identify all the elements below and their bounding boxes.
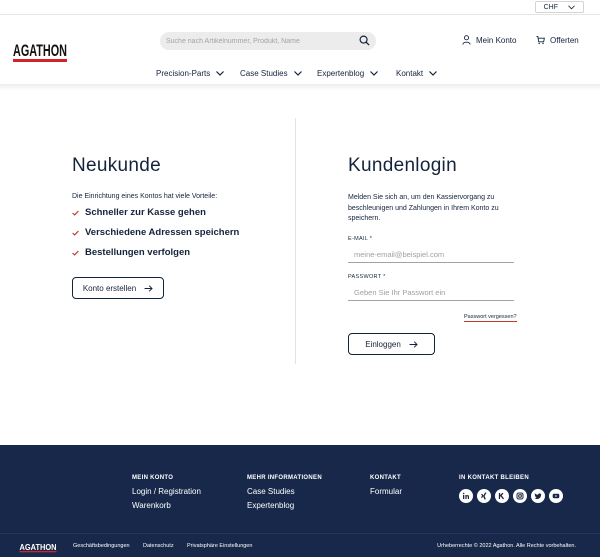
nav-item-label: Expertenblog bbox=[317, 68, 365, 78]
currency-label: CHF bbox=[543, 3, 558, 11]
nav-item-precision-parts[interactable]: Precision-Parts bbox=[156, 67, 225, 79]
benefit-item: Verschiedene Adressen speichern bbox=[72, 227, 282, 238]
benefit-label: Bestellungen verfolgen bbox=[85, 247, 191, 258]
copyright-text: Urheberrechte © 2022 Agathon. Alle Recht… bbox=[437, 543, 576, 549]
currency-selector[interactable]: CHF bbox=[534, 1, 584, 13]
nav-item-case-studies[interactable]: Case Studies bbox=[240, 67, 302, 79]
login-description: Melden Sie sich an, um den Kassiervorgan… bbox=[348, 194, 499, 222]
check-icon bbox=[72, 230, 79, 236]
arrow-right-icon bbox=[144, 284, 153, 292]
site-footer: MEIN KONTO Login / Registration Warenkor… bbox=[0, 445, 600, 533]
arrow-right-icon bbox=[409, 340, 418, 348]
user-icon bbox=[462, 35, 471, 45]
instagram-icon[interactable] bbox=[513, 489, 527, 503]
twitter-icon[interactable] bbox=[531, 489, 545, 503]
login-title: Kundenlogin bbox=[348, 155, 457, 176]
footer-heading: IN KONTAKT BLEIBEN bbox=[459, 475, 529, 481]
footer-info-column: MEHR INFORMATIONEN Case Studies Experten… bbox=[247, 475, 322, 510]
search-input[interactable] bbox=[166, 34, 352, 48]
linkedin-icon[interactable] bbox=[459, 489, 473, 503]
email-label: E-MAIL * bbox=[348, 236, 373, 242]
register-intro: Die Einrichtung eines Kontos hat viele V… bbox=[72, 193, 218, 200]
footer-link-cart[interactable]: Warenkorb bbox=[132, 501, 201, 510]
nav-item-expertenblog[interactable]: Expertenblog bbox=[317, 67, 379, 79]
login-section: Kundenlogin Melden Sie sich an, um den K… bbox=[348, 155, 518, 225]
account-label: Mein Konto bbox=[476, 35, 517, 45]
benefit-item: Schneller zur Kasse gehen bbox=[72, 207, 282, 218]
create-account-label: Konto erstellen bbox=[82, 283, 137, 293]
search-bar bbox=[160, 32, 376, 50]
benefit-label: Verschiedene Adressen speichern bbox=[85, 227, 240, 238]
email-field[interactable] bbox=[348, 246, 514, 263]
offers-label: Offerten bbox=[550, 35, 579, 45]
footer-link-form[interactable]: Formular bbox=[370, 487, 402, 496]
footer-link-case-studies[interactable]: Case Studies bbox=[247, 487, 322, 496]
svg-text:AGATHON: AGATHON bbox=[20, 543, 57, 552]
footer-heading: MEIN KONTO bbox=[132, 475, 174, 481]
benefit-item: Bestellungen verfolgen bbox=[72, 247, 282, 258]
site-header: AGATHON Mein Konto Offerten Precision-Pa… bbox=[0, 16, 600, 84]
svg-text:AGATHON: AGATHON bbox=[13, 41, 67, 60]
cart-icon bbox=[536, 35, 545, 45]
check-icon bbox=[72, 210, 79, 216]
footer-link-expertenblog[interactable]: Expertenblog bbox=[247, 501, 322, 510]
nav-item-kontakt[interactable]: Kontakt bbox=[396, 67, 438, 79]
footer-heading: KONTAKT bbox=[370, 475, 401, 481]
login-button[interactable]: Einloggen bbox=[348, 333, 435, 355]
benefit-label: Schneller zur Kasse gehen bbox=[85, 207, 206, 218]
terms-link[interactable]: Geschäftsbedingungen bbox=[73, 543, 130, 549]
kununu-icon[interactable] bbox=[495, 489, 509, 503]
social-icons bbox=[459, 489, 563, 503]
nav-item-label: Precision-Parts bbox=[156, 68, 211, 78]
nav-item-label: Kontakt bbox=[396, 68, 424, 78]
password-field[interactable] bbox=[348, 284, 514, 301]
chevron-down-icon bbox=[568, 4, 575, 9]
footer-account-column: MEIN KONTO Login / Registration Warenkor… bbox=[132, 475, 201, 510]
password-label: PASSWORT * bbox=[348, 274, 386, 280]
privacy-settings-link[interactable]: Privatsphäre Einstellungen bbox=[187, 543, 252, 549]
footer-bottom-bar: AGATHON Geschäftsbedingungen Datenschutz… bbox=[0, 533, 600, 557]
agathon-logo[interactable]: AGATHON bbox=[12, 37, 68, 64]
chevron-down-icon bbox=[293, 70, 302, 76]
login-button-label: Einloggen bbox=[365, 339, 401, 349]
footer-heading: MEHR INFORMATIONEN bbox=[247, 475, 322, 481]
footer-social-column: IN KONTAKT BLEIBEN bbox=[459, 475, 563, 503]
footer-link-login[interactable]: Login / Registration bbox=[132, 487, 201, 496]
offers-link[interactable]: Offerten bbox=[536, 33, 579, 47]
create-account-button[interactable]: Konto erstellen bbox=[72, 277, 164, 299]
privacy-link[interactable]: Datenschutz bbox=[143, 543, 174, 549]
check-icon bbox=[72, 250, 79, 256]
footer-contact-column: KONTAKT Formular bbox=[370, 475, 402, 496]
register-title: Neukunde bbox=[72, 155, 162, 176]
main-nav: Precision-Parts Case Studies Expertenblo… bbox=[0, 67, 600, 79]
chevron-down-icon bbox=[216, 70, 225, 76]
top-bar: CHF bbox=[0, 0, 600, 15]
xing-icon[interactable] bbox=[477, 489, 491, 503]
agathon-footer-logo[interactable]: AGATHON bbox=[19, 542, 57, 553]
account-link[interactable]: Mein Konto bbox=[462, 33, 516, 47]
youtube-icon[interactable] bbox=[549, 489, 563, 503]
chevron-down-icon bbox=[429, 70, 438, 76]
search-icon[interactable] bbox=[359, 35, 370, 46]
nav-item-label: Case Studies bbox=[240, 68, 288, 78]
forgot-password-link[interactable]: Passwort vergessen? bbox=[464, 314, 517, 322]
chevron-down-icon bbox=[370, 70, 379, 76]
register-section: Neukunde Die Einrichtung eines Kontos ha… bbox=[72, 155, 282, 258]
column-divider bbox=[295, 118, 296, 364]
header-shadow bbox=[0, 84, 600, 90]
